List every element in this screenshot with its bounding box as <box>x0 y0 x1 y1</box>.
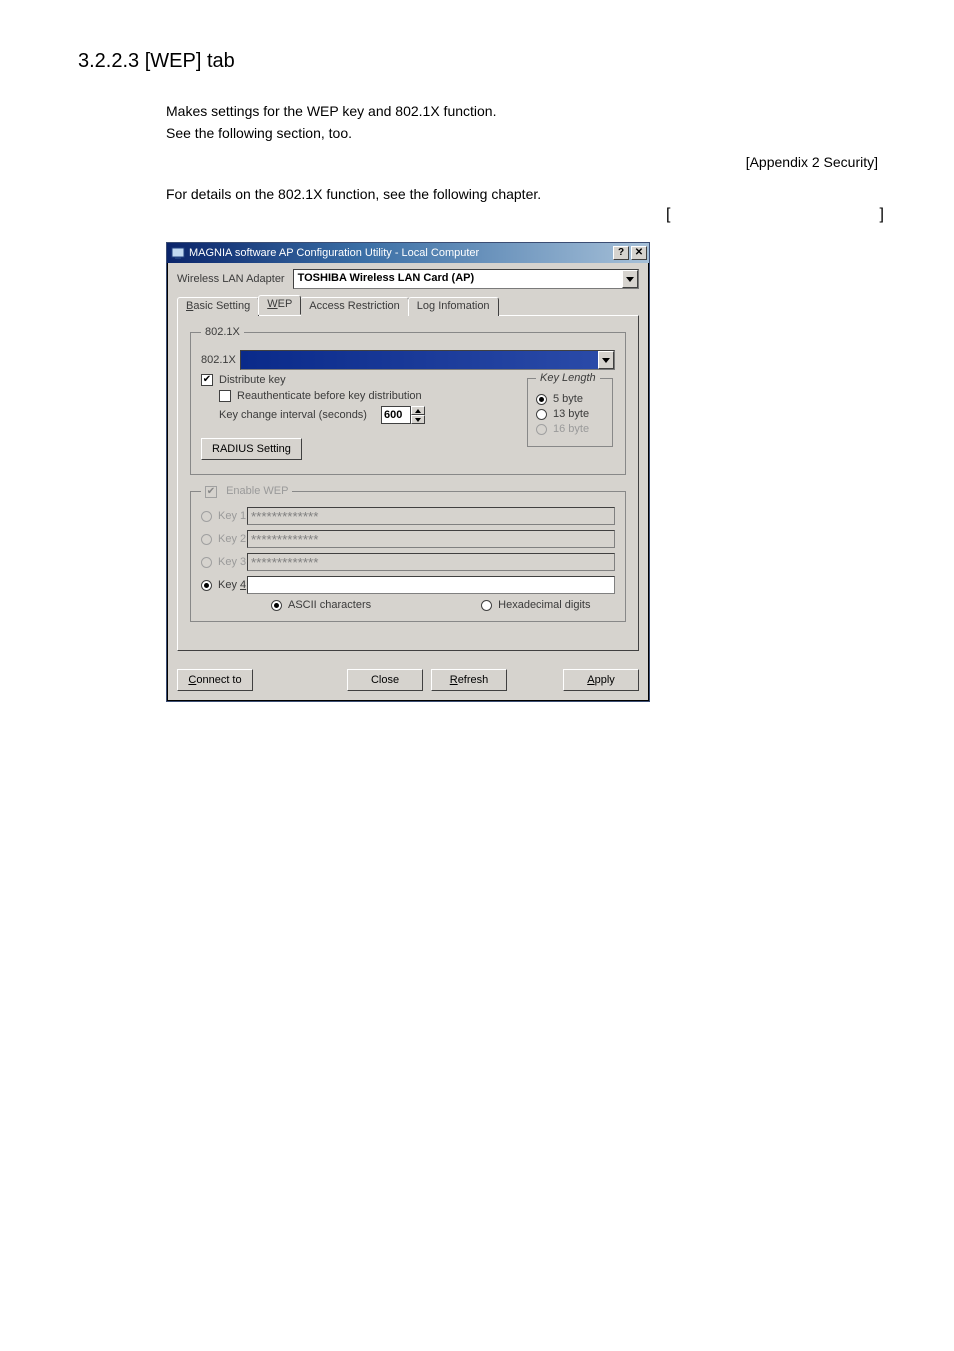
mode-label: 802.1X <box>201 354 236 366</box>
bracket-left: [ <box>666 206 670 224</box>
ascii-radio[interactable] <box>271 600 282 611</box>
key3-label: Key 3 <box>218 556 246 568</box>
key1-radio <box>201 511 212 522</box>
dialog-footer: Connect to Close Refresh Apply <box>167 661 649 701</box>
reauth-checkbox[interactable] <box>219 390 231 402</box>
intro-line-2: See the following section, too. <box>166 125 352 141</box>
enable-wep-checkbox <box>205 486 217 498</box>
config-dialog: MAGNIA software AP Configuration Utility… <box>166 242 650 702</box>
dialog-title: MAGNIA software AP Configuration Utility… <box>189 247 613 259</box>
distribute-key-checkbox[interactable] <box>201 374 213 386</box>
tab-log-information[interactable]: Log Infomation <box>408 297 499 316</box>
key-length-legend: Key Length <box>536 372 600 384</box>
chevron-down-icon[interactable] <box>598 351 614 369</box>
mode-combo[interactable] <box>240 350 615 370</box>
appendix-link[interactable]: [Appendix 2 Security] <box>78 154 884 170</box>
details-paragraph: For details on the 802.1X function, see … <box>166 184 884 206</box>
key1-field <box>247 507 615 525</box>
adapter-value: TOSHIBA Wireless LAN Card (AP) <box>294 270 622 288</box>
distribute-key-label: Distribute key <box>219 374 286 386</box>
mode-value <box>241 351 598 369</box>
key4-label: Key 4 <box>218 579 246 591</box>
tabstrip: Basic Setting WEP Access Restriction Log… <box>177 295 639 315</box>
key3-field <box>247 553 615 571</box>
interval-input[interactable] <box>381 406 411 424</box>
reauth-label: Reauthenticate before key distribution <box>237 390 422 402</box>
interval-spinner[interactable] <box>381 406 425 424</box>
bracket-right: ] <box>880 206 884 224</box>
tabpanel-wep: 802.1X 802.1X Distribute key <box>177 315 639 651</box>
titlebar: MAGNIA software AP Configuration Utility… <box>167 243 649 263</box>
key4-radio[interactable] <box>201 580 212 591</box>
group-8021x-legend: 802.1X <box>201 326 244 338</box>
intro-paragraph: Makes settings for the WEP key and 802.1… <box>166 101 884 144</box>
enable-wep-label: Enable WEP <box>226 485 288 497</box>
key2-label: Key 2 <box>218 533 246 545</box>
group-8021x: 802.1X 802.1X Distribute key <box>190 326 626 475</box>
refresh-button[interactable]: Refresh <box>431 669 507 691</box>
intro-line-1: Makes settings for the WEP key and 802.1… <box>166 103 496 119</box>
keylen-16-radio <box>536 424 547 435</box>
ascii-label: ASCII characters <box>288 599 371 611</box>
connect-to-button[interactable]: Connect to <box>177 669 253 691</box>
group-key-length: Key Length 5 byte 13 byte 16 byte <box>527 372 613 447</box>
help-button[interactable]: ? <box>613 246 629 260</box>
key3-radio <box>201 557 212 568</box>
radius-setting-button[interactable]: RADIUS Setting <box>201 438 302 460</box>
app-icon <box>171 246 185 260</box>
enable-wep-legend: Enable WEP <box>201 485 292 498</box>
tab-basic-setting[interactable]: Basic Setting <box>177 297 259 316</box>
keylen-16-label: 16 byte <box>553 423 589 435</box>
spinner-down[interactable] <box>411 415 425 424</box>
key4-field[interactable] <box>247 576 615 594</box>
key1-label: Key 1 <box>218 510 246 522</box>
keylen-13-radio[interactable] <box>536 409 547 420</box>
key2-radio <box>201 534 212 545</box>
key2-field <box>247 530 615 548</box>
adapter-label: Wireless LAN Adapter <box>177 273 285 285</box>
group-enable-wep: Enable WEP Key 1 Key 2 Key 3 <box>190 485 626 622</box>
chevron-down-icon[interactable] <box>622 270 638 288</box>
tab-access-restriction[interactable]: Access Restriction <box>300 297 408 316</box>
hex-radio[interactable] <box>481 600 492 611</box>
close-button[interactable]: Close <box>347 669 423 691</box>
hex-label: Hexadecimal digits <box>498 599 590 611</box>
close-window-button[interactable]: ✕ <box>631 246 647 260</box>
adapter-combo[interactable]: TOSHIBA Wireless LAN Card (AP) <box>293 269 639 289</box>
interval-label: Key change interval (seconds) <box>219 409 367 421</box>
keylen-5-radio[interactable] <box>536 394 547 405</box>
keylen-13-label: 13 byte <box>553 408 589 420</box>
keylen-5-label: 5 byte <box>553 393 583 405</box>
apply-button[interactable]: Apply <box>563 669 639 691</box>
spinner-up[interactable] <box>411 406 425 415</box>
section-heading: 3.2.2.3 [WEP] tab <box>78 50 884 73</box>
tab-wep[interactable]: WEP <box>258 295 301 315</box>
